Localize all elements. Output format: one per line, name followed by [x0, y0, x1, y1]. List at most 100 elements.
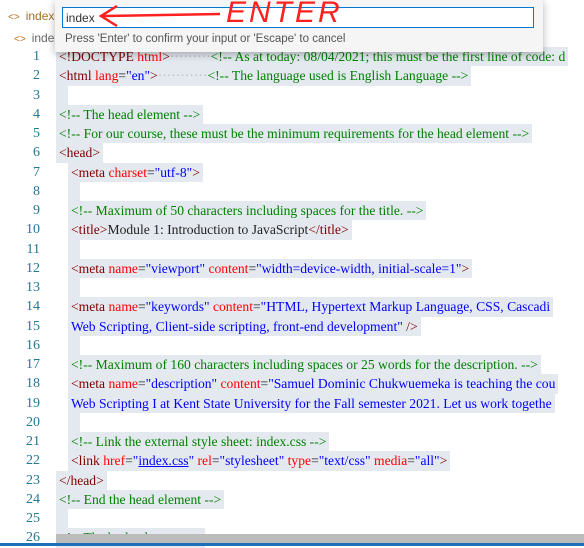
- token-attr: charset: [108, 164, 147, 180]
- line-content: <!-- End the head element -->: [56, 489, 225, 509]
- token-tag: </title>: [308, 222, 349, 238]
- line-number: 11: [26, 241, 40, 257]
- code-line[interactable]: 15 Web Scripting, Client-side scripting, …: [0, 316, 584, 336]
- token-tag: <meta: [71, 164, 109, 180]
- line-content: [56, 85, 68, 105]
- code-line[interactable]: 13: [0, 278, 584, 298]
- code-line[interactable]: 21 <!-- Link the external style sheet: in…: [0, 432, 584, 452]
- line-number: 25: [26, 511, 40, 526]
- token-tag: <html: [59, 68, 95, 84]
- token-val: "description": [145, 376, 218, 392]
- token-tag: >: [150, 68, 158, 84]
- code-line[interactable]: 2 <html lang="en">···········<!-- The lan…: [0, 66, 584, 86]
- token-tag: <meta: [71, 260, 109, 276]
- token-tag: >: [192, 164, 200, 180]
- line-number: 3: [33, 87, 40, 103]
- line-number: 10: [26, 222, 40, 238]
- line-number: 13: [26, 280, 40, 295]
- line-number: 12: [26, 260, 40, 276]
- annotation-text: ENTER: [226, 0, 343, 29]
- line-content: <!-- The head element -->: [56, 104, 204, 124]
- line-number: 20: [26, 414, 40, 430]
- line-content: <html lang="en">···········<!-- The lang…: [56, 66, 472, 86]
- code-line[interactable]: 18 <meta name="description" content="Samu…: [0, 374, 584, 394]
- code-line[interactable]: 17 <!-- Maximum of 160 characters includi…: [0, 355, 584, 375]
- token-val: index.css: [138, 453, 189, 469]
- line-content: <link href="index.css" rel="stylesheet" …: [68, 451, 451, 471]
- line-content: <head>: [56, 143, 103, 163]
- line-content: [68, 239, 80, 259]
- token-val: "Samuel Dominic Chukwuemeka is teaching …: [268, 376, 556, 392]
- code-file-icon: <>: [14, 34, 26, 45]
- token-attr: media: [374, 453, 408, 469]
- token-tag: <meta: [71, 299, 109, 315]
- line-content: <!-- Link the external style sheet: inde…: [68, 432, 330, 452]
- token-dots: ···········: [157, 68, 208, 84]
- token-pl: =: [125, 453, 133, 469]
- token-tag: <head>: [59, 145, 100, 161]
- line-number: 16: [26, 337, 40, 353]
- token-tag: <link: [71, 453, 104, 469]
- code-line[interactable]: 5 <!-- For our course, these must be the …: [0, 124, 584, 144]
- code-line[interactable]: 19 Web Scripting I at Kent State Universi…: [0, 393, 584, 413]
- code-line[interactable]: 20: [0, 412, 584, 432]
- token-cm: <!-- End the head element -->: [59, 491, 222, 507]
- code-line[interactable]: 6 <head>: [0, 143, 584, 163]
- token-cm: <!-- The language used is English Langua…: [207, 68, 469, 84]
- code-line[interactable]: 10 <title>Module 1: Introduction to JavaS…: [0, 220, 584, 240]
- token-val: "HTML, Hypertext Markup Language, CSS, C…: [260, 299, 551, 315]
- line-number: 23: [26, 472, 40, 488]
- code-line[interactable]: 23 </head>: [0, 470, 584, 490]
- quick-input-hint: Press 'Enter' to confirm your input or '…: [65, 33, 346, 45]
- token-tag: />: [402, 318, 418, 334]
- line-content: <title>Module 1: Introduction to JavaScr…: [68, 220, 352, 240]
- line-content: [68, 181, 80, 201]
- token-cm: <!-- Link the external style sheet: inde…: [71, 434, 327, 449]
- token-pl: =: [146, 164, 155, 180]
- line-number: 17: [26, 357, 40, 372]
- line-content: <meta name="keywords" content="HTML, Hyp…: [68, 297, 554, 317]
- token-val: "width=device-width, initial-scale=1": [256, 260, 462, 276]
- token-cm: <!-- Maximum of 50 characters including …: [71, 203, 424, 218]
- token-pl: Module 1: Introduction to JavaScript: [107, 222, 309, 238]
- token-tag: </head>: [59, 472, 104, 488]
- token-tag: <meta: [71, 376, 109, 392]
- horizontal-scrollbar[interactable]: [56, 534, 584, 543]
- token-attr: content: [220, 376, 261, 392]
- line-number: 21: [26, 434, 40, 449]
- line-number: 9: [33, 203, 40, 218]
- code-line[interactable]: 4 <!-- The head element -->: [0, 104, 584, 124]
- line-content: [68, 278, 80, 298]
- code-line[interactable]: 22 <link href="index.css" rel="stylesheet…: [0, 451, 584, 471]
- code-editor[interactable]: 1 <!DOCTYPE html>·········<!-- As at toda…: [0, 47, 584, 548]
- code-line[interactable]: 12 <meta name="viewport" content="width=d…: [0, 258, 584, 278]
- code-line[interactable]: 24 <!-- End the head element -->: [0, 489, 584, 509]
- code-line[interactable]: 11: [0, 239, 584, 259]
- line-number: 8: [33, 183, 40, 199]
- code-line[interactable]: 7 <meta charset="utf-8">: [0, 162, 584, 182]
- line-content: </head>: [56, 470, 107, 490]
- token-tag: <title>: [71, 222, 108, 238]
- token-val: "viewport": [145, 260, 206, 276]
- token-attr: name: [108, 299, 138, 315]
- code-line[interactable]: 3: [0, 85, 584, 105]
- token-pl: =: [248, 260, 257, 276]
- token-pl: =: [211, 453, 220, 469]
- token-attr: type: [287, 453, 312, 469]
- token-val: "text/css": [318, 453, 371, 469]
- line-content: Web Scripting, Client-side scripting, fr…: [68, 316, 421, 336]
- token-pl: =: [137, 299, 146, 315]
- token-val: "keywords": [145, 299, 210, 315]
- token-val: Web Scripting I at Kent State University…: [71, 395, 552, 411]
- code-line[interactable]: 8: [0, 181, 584, 201]
- line-number: 14: [26, 299, 40, 315]
- code-line[interactable]: 16: [0, 335, 584, 355]
- code-line[interactable]: 9 <!-- Maximum of 50 characters including…: [0, 201, 584, 221]
- token-tag: >: [461, 260, 470, 276]
- line-content: [68, 412, 80, 432]
- line-content: <!-- Maximum of 50 characters including …: [68, 201, 427, 221]
- token-val: "en": [126, 68, 151, 84]
- code-line[interactable]: 25: [0, 509, 584, 529]
- code-line[interactable]: 14 <meta name="keywords" content="HTML, H…: [0, 297, 584, 317]
- line-number: 15: [26, 318, 40, 334]
